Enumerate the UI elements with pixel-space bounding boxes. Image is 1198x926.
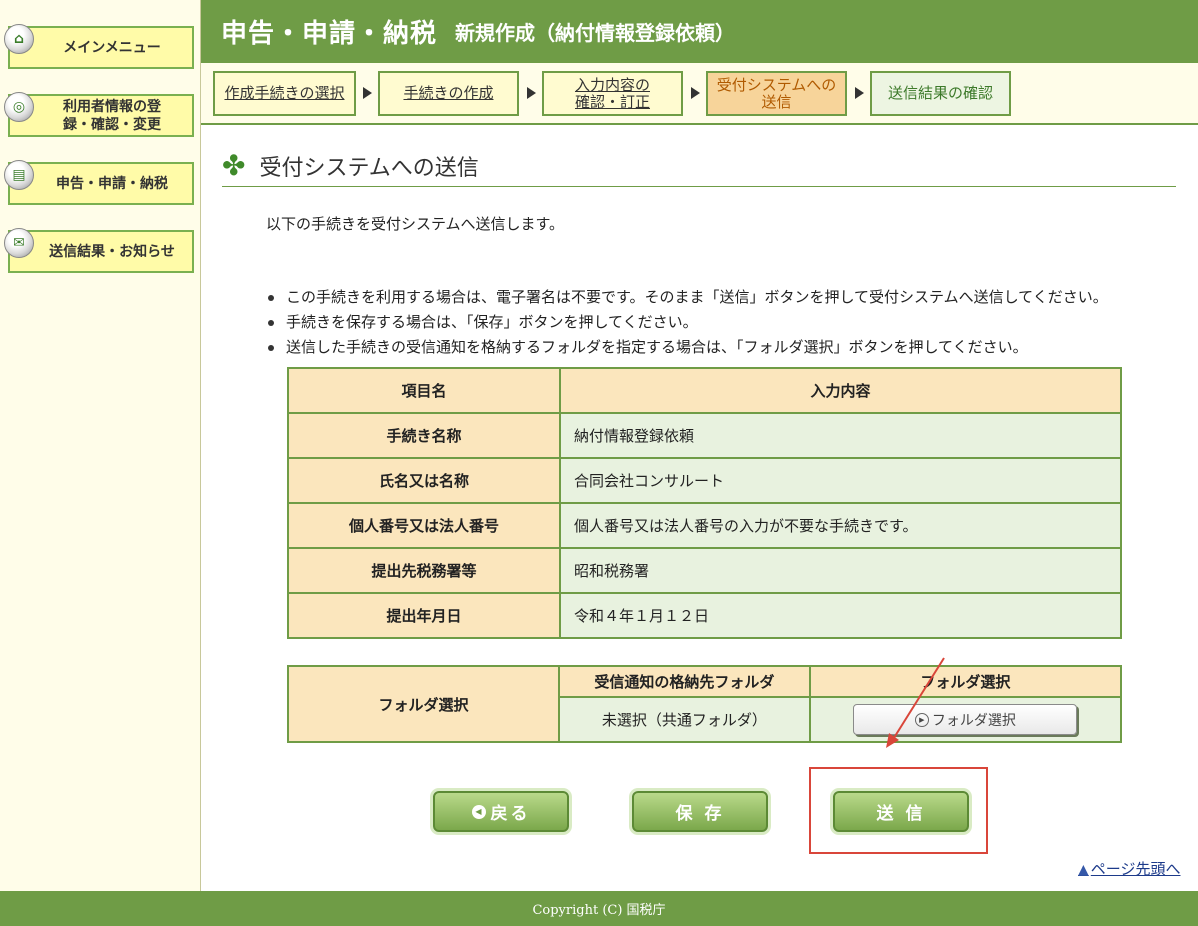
step-label: 手続きの作成 [403,84,494,102]
progress-steps: 作成手続きの選択 手続きの作成 入力内容の確認・訂正 受付システムへの送信 送信… [201,63,1198,125]
back-arrow-icon: ◀ [471,804,486,819]
up-arrow-icon: ▲ [1078,862,1089,878]
clover-icon: ✤ [222,148,246,182]
step-arrow-icon [855,87,864,99]
document-icon: ▤ [4,160,34,190]
page-top-link[interactable]: ▲ ページ先頭へ [1078,858,1180,879]
column-header: フォルダ選択 [808,665,1123,698]
note-item: この手続きを利用する場合は、電子署名は不要です。そのまま「送信」ボタンを押して受… [266,287,1108,312]
save-button[interactable]: 保 存 [632,791,768,832]
copyright-text: Copyright (C) 国税庁 [532,903,666,918]
annotation-highlight-box [809,767,988,854]
procedure-info-table: 項目名 入力内容 手続き名称 納付情報登録依頼 氏名又は名称 合同会社コンサルー… [287,367,1122,639]
table-row: 手続き名称 納付情報登録依頼 [287,412,1122,459]
column-header: 受信通知の格納先フォルダ [558,665,811,698]
step-arrow-icon [691,87,700,99]
row-label: 手続き名称 [287,412,561,459]
page-top-label: ページ先頭へ [1090,860,1181,878]
column-header: 入力内容 [559,367,1122,414]
step-arrow-icon [527,87,536,99]
table-row: 提出年月日 令和４年１月１２日 [287,592,1122,639]
row-label: 個人番号又は法人番号 [287,502,561,549]
sidebar-item-label: 利用者情報の登録・確認・変更 [63,98,161,133]
footer: Copyright (C) 国税庁 [0,891,1198,926]
page-header: 申告・申請・納税 新規作成（納付情報登録依頼） [201,0,1198,63]
row-value: 合同会社コンサルート [559,457,1122,504]
notes-list: この手続きを利用する場合は、電子署名は不要です。そのまま「送信」ボタンを押して受… [266,287,1108,362]
step-select-procedure[interactable]: 作成手続きの選択 [213,71,356,116]
section-title: ✤ 受付システムへの送信 [222,145,1176,187]
sidebar-item-label: 申告・申請・納税 [56,175,168,192]
section-title-text: 受付システムへの送信 [259,155,479,181]
annotation-arrow-icon [886,657,945,748]
save-button-label: 保 存 [675,804,725,824]
table-header-row: 項目名 入力内容 [287,367,1122,414]
step-confirm-input[interactable]: 入力内容の確認・訂正 [542,71,683,116]
header-subtitle: 新規作成（納付情報登録依頼） [455,21,736,45]
row-label: 提出年月日 [287,592,561,639]
row-label: 提出先税務署等 [287,547,561,594]
table-row: 氏名又は名称 合同会社コンサルート [287,457,1122,504]
folder-row-header: フォルダ選択 [287,665,560,743]
folder-button-cell: ▶ フォルダ選択 [808,696,1123,743]
row-value: 納付情報登録依頼 [559,412,1122,459]
row-value: 令和４年１月１２日 [559,592,1122,639]
sidebar-item-declaration[interactable]: ▤ 申告・申請・納税 [4,160,194,205]
back-button-label: 戻る [490,804,531,824]
row-label: 氏名又は名称 [287,457,561,504]
step-create-procedure[interactable]: 手続きの作成 [378,71,519,116]
home-icon: ⌂ [4,24,34,54]
sidebar-item-results[interactable]: ✉ 送信結果・お知らせ [4,228,194,273]
back-button[interactable]: ◀ 戻る [433,791,569,832]
column-header: 項目名 [287,367,561,414]
row-value: 個人番号又は法人番号の入力が不要な手続きです。 [559,502,1122,549]
step-label: 入力内容の確認・訂正 [574,75,650,111]
sidebar-item-user-info[interactable]: ◎ 利用者情報の登録・確認・変更 [4,92,194,137]
step-label: 作成手続きの選択 [224,84,345,102]
note-item: 送信した手続きの受信通知を格納するフォルダを指定する場合は、「フォルダ選択」ボタ… [266,337,1108,362]
step-arrow-icon [363,87,372,99]
user-info-icon: ◎ [4,92,34,122]
sidebar-item-label: 送信結果・お知らせ [49,243,175,260]
folder-select-table: フォルダ選択 受信通知の格納先フォルダ フォルダ選択 未選択（共通フォルダ） ▶… [287,665,1123,743]
sidebar-item-main-menu[interactable]: ⌂ メインメニュー [4,24,194,69]
row-value: 昭和税務署 [559,547,1122,594]
intro-text: 以下の手続きを受付システムへ送信します。 [266,215,565,233]
sidebar-item-label: メインメニュー [63,39,161,56]
step-send-current: 受付システムへの送信 [706,71,847,116]
mail-icon: ✉ [4,228,34,258]
step-label: 受付システムへの送信 [716,75,837,111]
folder-value: 未選択（共通フォルダ） [558,696,811,743]
table-row: 提出先税務署等 昭和税務署 [287,547,1122,594]
table-row: 個人番号又は法人番号 個人番号又は法人番号の入力が不要な手続きです。 [287,502,1122,549]
step-check-results: 送信結果の確認 [870,71,1011,116]
note-item: 手続きを保存する場合は、「保存」ボタンを押してください。 [266,312,1108,337]
sidebar: ⌂ メインメニュー ◎ 利用者情報の登録・確認・変更 ▤ 申告・申請・納税 ✉ … [0,0,201,891]
step-label: 送信結果の確認 [887,84,993,102]
header-title: 申告・申請・納税 [221,19,438,49]
